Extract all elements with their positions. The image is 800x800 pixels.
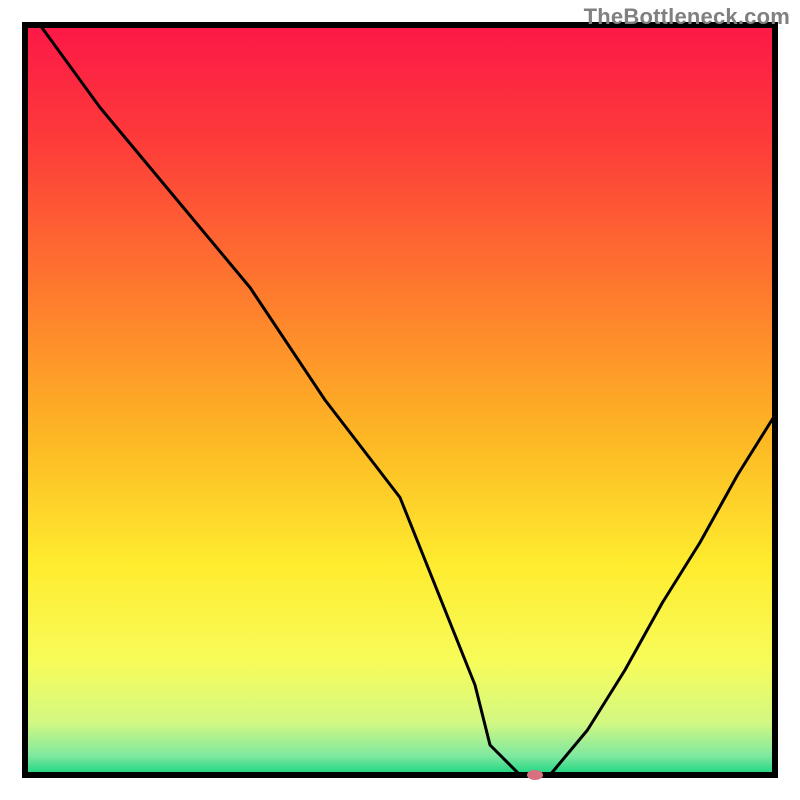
chart-svg (0, 0, 800, 800)
optimum-marker (527, 770, 543, 780)
chart-canvas: TheBottleneck.com (0, 0, 800, 800)
gradient-background (25, 25, 775, 775)
watermark-text: TheBottleneck.com (584, 4, 790, 30)
